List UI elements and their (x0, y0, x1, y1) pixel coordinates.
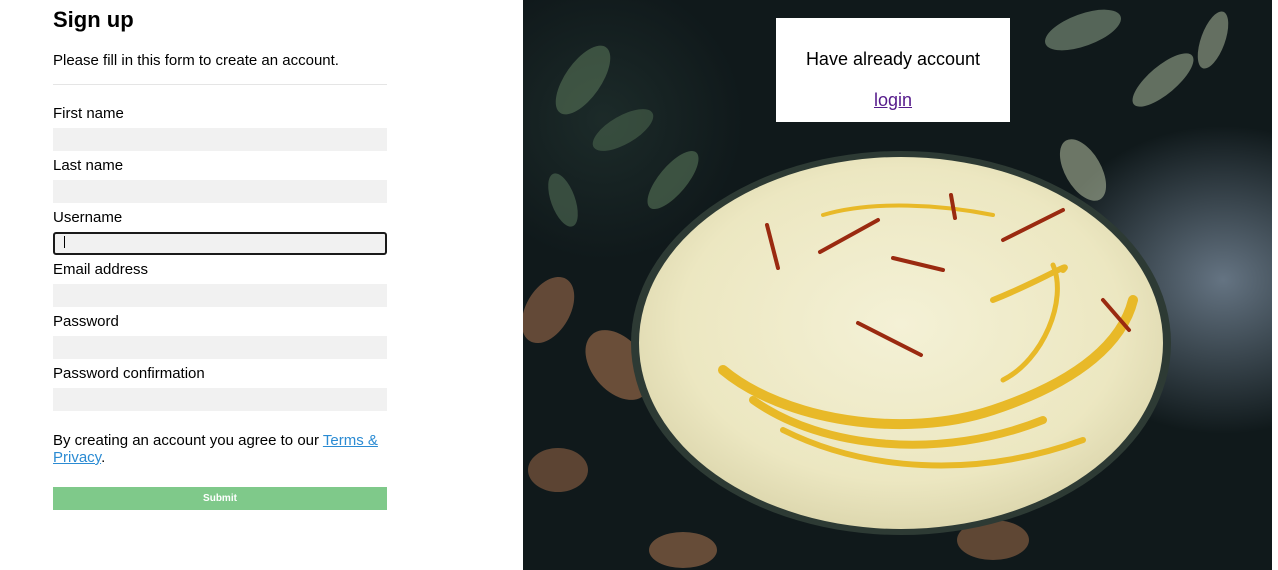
page-title: Sign up (53, 7, 134, 32)
username-label: Username (53, 209, 123, 226)
username-field-wrapper (53, 232, 387, 255)
password-label: Password (53, 313, 119, 330)
password-confirmation-label: Password confirmation (53, 365, 205, 382)
email-label: Email address (53, 261, 149, 278)
last-name-label: Last name (53, 157, 124, 174)
terms-prefix: By creating an account you agree to our (53, 432, 323, 449)
first-name-field[interactable] (53, 128, 387, 151)
login-link[interactable]: login (874, 90, 912, 110)
hero-image: Have already account login (523, 0, 1272, 570)
username-field[interactable] (53, 232, 387, 255)
signup-form-pane: Sign up Please fill in this form to crea… (0, 0, 523, 570)
login-link-wrapper: login (776, 89, 1010, 111)
have-account-text: Have already account (805, 49, 981, 69)
password-field[interactable] (53, 336, 387, 359)
last-name-field[interactable] (53, 180, 387, 203)
form-subtitle: Please fill in this form to create an ac… (53, 52, 339, 69)
login-box: Have already account login (776, 18, 1010, 122)
terms-text: By creating an account you agree to our … (53, 432, 387, 466)
divider (53, 84, 387, 85)
text-caret (64, 236, 65, 248)
email-field[interactable] (53, 284, 387, 307)
first-name-label: First name (53, 105, 124, 122)
password-confirmation-field[interactable] (53, 388, 387, 411)
submit-button[interactable]: Submit (53, 487, 387, 510)
terms-suffix: . (101, 449, 106, 466)
